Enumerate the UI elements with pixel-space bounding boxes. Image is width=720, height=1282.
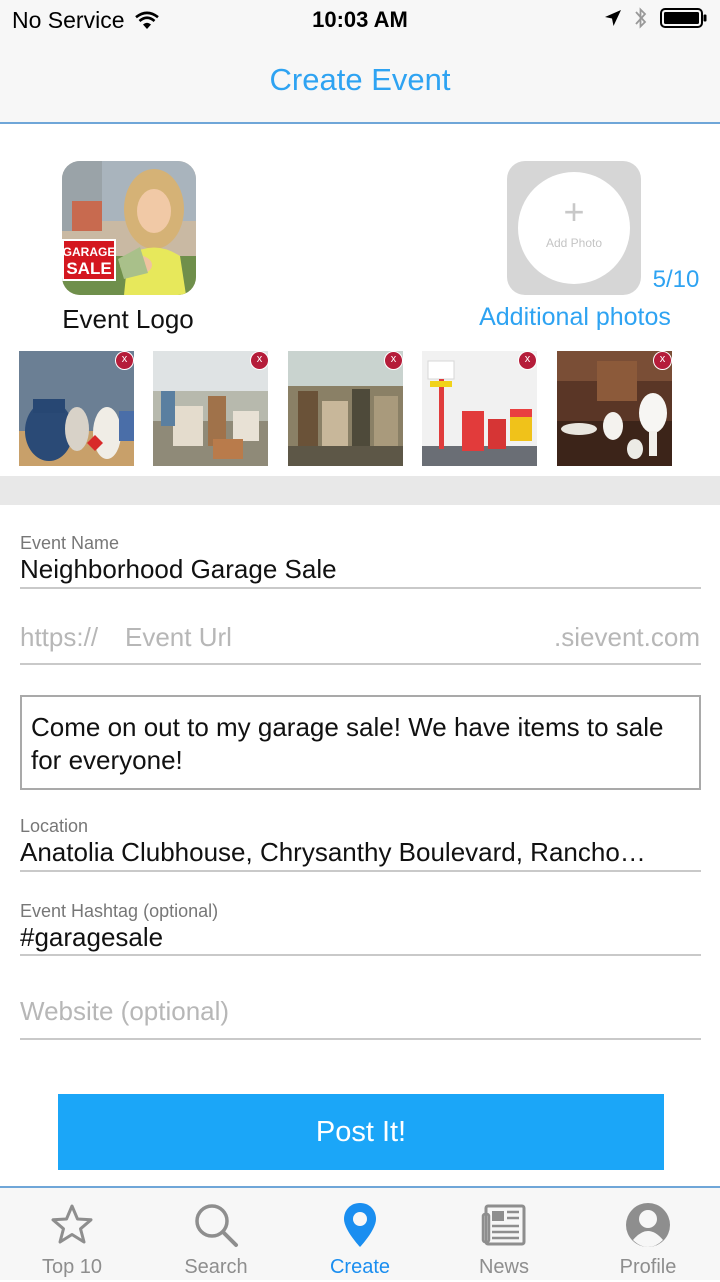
add-photo-button[interactable]: + Add Photo [507, 161, 641, 295]
event-logo-photo: GARAGE SALE [62, 161, 196, 295]
tab-label: Profile [619, 1256, 677, 1278]
thumbnail-photo[interactable] [422, 351, 537, 466]
newspaper-icon [481, 1204, 526, 1246]
thumbnail-photo[interactable] [288, 351, 403, 466]
location-label: Location [20, 816, 89, 836]
tab-news[interactable]: News [432, 1188, 576, 1282]
profile-icon [626, 1203, 670, 1247]
star-icon [51, 1204, 93, 1244]
thumbnail-image [422, 351, 537, 466]
remove-photo-button[interactable]: x [518, 351, 537, 370]
location-pin-icon [344, 1203, 376, 1247]
tab-label: Create [329, 1256, 391, 1278]
website-field[interactable]: Website (optional) [20, 996, 680, 1027]
battery-icon [660, 8, 707, 28]
hashtag-field[interactable]: #garagesale [20, 922, 680, 953]
status-right [604, 6, 708, 30]
remove-photo-button[interactable]: x [115, 351, 134, 370]
sign-text-line1: GARAGE [63, 245, 116, 259]
hashtag-underline [20, 954, 701, 956]
tab-bar: Top 10 Search Create News Profile [0, 1186, 720, 1280]
event-name-field[interactable]: Neighborhood Garage Sale [20, 554, 680, 585]
location-arrow-icon [605, 10, 621, 26]
thumbnail-photo[interactable] [153, 351, 268, 466]
event-url-field[interactable]: Event Url [125, 622, 505, 653]
nav-bar: Create Event [0, 40, 720, 124]
tab-label: Top 10 [41, 1256, 103, 1278]
tab-label: News [478, 1256, 529, 1278]
search-icon [195, 1204, 238, 1247]
bluetooth-icon [635, 7, 647, 29]
additional-photos-label: Additional photos [479, 303, 671, 331]
description-textarea[interactable]: Come on out to my garage sale! We have i… [20, 695, 701, 790]
tab-top-10[interactable]: Top 10 [0, 1188, 144, 1282]
photo-count: 5/10 [652, 266, 700, 293]
thumbnail-image [288, 351, 403, 466]
add-photo-circle: + Add Photo [518, 172, 630, 284]
tab-search[interactable]: Search [144, 1188, 288, 1282]
website-underline [20, 1038, 701, 1040]
thumbnail-image [19, 351, 134, 466]
location-underline [20, 870, 701, 872]
tab-profile[interactable]: Profile [576, 1188, 720, 1282]
post-button[interactable]: Post It! [58, 1094, 664, 1170]
thumbnail-image [153, 351, 268, 466]
page-title: Create Event [269, 62, 451, 97]
plus-icon: + [563, 191, 585, 232]
thumbnail-photo[interactable] [19, 351, 134, 466]
event-logo-image[interactable]: GARAGE SALE [62, 161, 196, 295]
tab-create[interactable]: Create [288, 1188, 432, 1282]
location-field[interactable]: Anatolia Clubhouse, Chrysanthy Boulevard… [20, 837, 680, 868]
thumbnail-photo[interactable] [557, 351, 672, 466]
event-name-underline [20, 587, 701, 589]
thumbnail-image [557, 351, 672, 466]
event-name-label: Event Name [20, 533, 120, 553]
url-suffix: .sievent.com [554, 622, 700, 652]
url-prefix: https:// [20, 622, 99, 652]
hashtag-label: Event Hashtag (optional) [20, 901, 219, 921]
sign-text-line2: SALE [66, 259, 111, 278]
tab-label: Search [184, 1256, 248, 1278]
add-photo-text: Add Photo [545, 236, 603, 250]
section-divider [0, 476, 720, 505]
event-url-underline [20, 663, 701, 665]
remove-photo-button[interactable]: x [653, 351, 672, 370]
status-bar: No Service 10:03 AM [0, 0, 720, 40]
event-logo-label: Event Logo [62, 304, 194, 334]
remove-photo-button[interactable]: x [384, 351, 403, 370]
remove-photo-button[interactable]: x [250, 351, 269, 370]
